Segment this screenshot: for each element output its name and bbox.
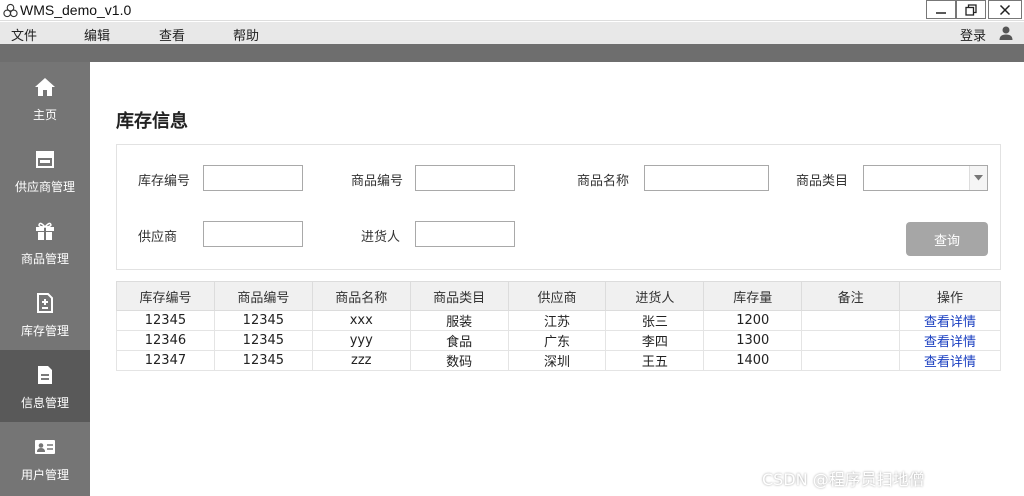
cell-product-name: yyy: [311, 330, 411, 351]
cell-action: 查看详情: [899, 350, 1001, 371]
cell-product-id: 12345: [213, 350, 313, 371]
page-title: 库存信息: [116, 111, 188, 132]
cell-stock-id: 12345: [116, 310, 215, 331]
window-title: WMS_demo_v1.0: [20, 2, 132, 18]
close-button[interactable]: [988, 0, 1022, 19]
table-row[interactable]: 12347 12345 zzz 数码 深圳 王五 1400 查看详情: [116, 350, 1001, 371]
product-id-label: 商品编号: [351, 174, 404, 189]
category-label: 商品类目: [796, 174, 849, 189]
menu-bar: 文件 编辑 查看 帮助 登录: [0, 22, 1024, 44]
column-header[interactable]: 进货人: [605, 281, 705, 311]
close-icon: [999, 4, 1011, 15]
cell-product-name: xxx: [311, 310, 411, 331]
column-header[interactable]: 商品类目: [409, 281, 509, 311]
title-bar: WMS_demo_v1.0: [0, 0, 1024, 21]
sidebar: 主页 供应商管理 商品管理 库存管理 信息管理 用户管理: [0, 62, 90, 496]
column-header[interactable]: 商品编号: [213, 281, 313, 311]
column-header[interactable]: 备注: [801, 281, 901, 311]
cell-quantity: 1300: [703, 330, 803, 351]
sidebar-item-label: 供应商管理: [14, 180, 75, 194]
minimize-button[interactable]: [926, 0, 956, 19]
supplier-label: 供应商: [138, 230, 178, 245]
cell-action: 查看详情: [899, 330, 1001, 351]
chevron-down-icon: [974, 175, 983, 181]
sidebar-item-info[interactable]: 信息管理: [0, 350, 90, 422]
column-header[interactable]: 库存量: [703, 281, 803, 311]
cell-remark: [801, 330, 901, 351]
stock-id-label: 库存编号: [138, 174, 191, 189]
product-id-input[interactable]: [415, 165, 515, 191]
inventory-table: 库存编号 商品编号 商品名称 商品类目 供应商 进货人 库存量 备注 操作 12…: [116, 281, 1001, 371]
id-card-icon: [35, 440, 55, 454]
sidebar-item-label: 商品管理: [20, 252, 69, 266]
cell-purchaser: 王五: [605, 350, 705, 371]
app-icon: [3, 3, 18, 18]
cell-remark: [801, 350, 901, 371]
document-icon: [38, 366, 52, 384]
product-name-input[interactable]: [644, 165, 769, 191]
cell-product-id: 12345: [213, 330, 313, 351]
menu-file[interactable]: 文件: [11, 25, 37, 44]
restore-icon: [965, 3, 977, 16]
user-icon[interactable]: [998, 25, 1014, 41]
cell-category: 服装: [409, 310, 509, 331]
cell-category: 食品: [409, 330, 509, 351]
view-details-link[interactable]: 查看详情: [924, 315, 976, 330]
cell-purchaser: 李四: [605, 330, 705, 351]
home-icon: [35, 78, 55, 96]
cell-quantity: 1400: [703, 350, 803, 371]
main-content: 库存信息 库存编号 商品编号 商品名称 商品类目 供应商 进货人 查询 库存编号…: [90, 62, 1021, 496]
cell-remark: [801, 310, 901, 331]
cell-stock-id: 12346: [116, 330, 215, 351]
cell-action: 查看详情: [899, 310, 1001, 331]
sidebar-item-label: 用户管理: [20, 468, 69, 482]
purchaser-input[interactable]: [415, 221, 515, 247]
login-link[interactable]: 登录: [960, 25, 986, 44]
query-button[interactable]: 查询: [906, 222, 988, 256]
column-header[interactable]: 供应商: [507, 281, 607, 311]
sidebar-item-home[interactable]: 主页: [0, 62, 90, 134]
table-header-row: 库存编号 商品编号 商品名称 商品类目 供应商 进货人 库存量 备注 操作: [116, 281, 1001, 311]
column-header[interactable]: 操作: [899, 281, 1001, 311]
view-details-link[interactable]: 查看详情: [924, 355, 976, 370]
sidebar-item-suppliers[interactable]: 供应商管理: [0, 134, 90, 206]
store-icon: [36, 151, 54, 168]
cell-supplier: 广东: [507, 330, 607, 351]
watermark: CSDN @程序员扫地僧: [762, 470, 925, 489]
dropdown-arrow[interactable]: [969, 166, 987, 190]
cell-category: 数码: [409, 350, 509, 371]
table-row[interactable]: 12345 12345 xxx 服装 江苏 张三 1200 查看详情: [116, 310, 1001, 331]
document-add-icon: [37, 293, 53, 313]
table-row[interactable]: 12346 12345 yyy 食品 广东 李四 1300 查看详情: [116, 330, 1001, 351]
header-strip: [0, 44, 1024, 62]
menu-help[interactable]: 帮助: [233, 25, 259, 44]
gift-icon: [36, 222, 54, 240]
sidebar-item-label: 主页: [32, 108, 57, 122]
menu-edit[interactable]: 编辑: [84, 25, 110, 44]
supplier-input[interactable]: [203, 221, 303, 247]
cell-supplier: 江苏: [507, 310, 607, 331]
sidebar-item-label: 库存管理: [20, 324, 69, 338]
product-name-label: 商品名称: [577, 174, 630, 189]
category-select[interactable]: [863, 165, 988, 191]
sidebar-item-users[interactable]: 用户管理: [0, 422, 90, 494]
column-header[interactable]: 库存编号: [116, 281, 215, 311]
purchaser-label: 进货人: [361, 230, 401, 245]
minimize-icon: [936, 11, 946, 14]
stock-id-input[interactable]: [203, 165, 303, 191]
restore-button[interactable]: [956, 0, 986, 19]
cell-quantity: 1200: [703, 310, 803, 331]
sidebar-item-label: 信息管理: [20, 396, 69, 410]
view-details-link[interactable]: 查看详情: [924, 335, 976, 350]
cell-stock-id: 12347: [116, 350, 215, 371]
menu-view[interactable]: 查看: [159, 25, 185, 44]
cell-product-id: 12345: [213, 310, 313, 331]
cell-purchaser: 张三: [605, 310, 705, 331]
cell-supplier: 深圳: [507, 350, 607, 371]
sidebar-item-inventory[interactable]: 库存管理: [0, 278, 90, 350]
cell-product-name: zzz: [311, 350, 411, 371]
column-header[interactable]: 商品名称: [311, 281, 411, 311]
filter-panel: 库存编号 商品编号 商品名称 商品类目 供应商 进货人 查询: [116, 144, 1001, 270]
sidebar-item-products[interactable]: 商品管理: [0, 206, 90, 278]
